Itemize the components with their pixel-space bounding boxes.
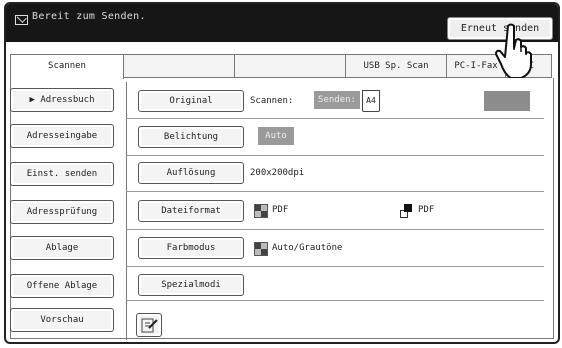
address-book-button[interactable]: ▶ Adressbuch bbox=[10, 88, 114, 112]
divider bbox=[126, 118, 544, 119]
color-mode-icon bbox=[254, 242, 268, 256]
tab-empty-2[interactable] bbox=[234, 55, 346, 78]
quick-filing-button[interactable]: Offene Ablage bbox=[10, 274, 114, 298]
divider bbox=[126, 300, 544, 301]
resolution-button[interactable]: Auflösung bbox=[138, 162, 244, 184]
edit-icon[interactable] bbox=[136, 313, 162, 337]
mono-format-icon bbox=[400, 204, 412, 218]
mail-icon bbox=[15, 15, 28, 25]
address-book-label: Adressbuch bbox=[40, 95, 95, 105]
file-format-value-2: PDF bbox=[418, 205, 435, 215]
original-button[interactable]: Original bbox=[138, 90, 244, 112]
filing-button[interactable]: Ablage bbox=[10, 236, 114, 260]
scan-label: Scannen: bbox=[250, 96, 294, 106]
exposure-value: Auto bbox=[258, 127, 294, 145]
tab-empty-1[interactable] bbox=[123, 55, 235, 78]
tab-usb-scan[interactable]: USB Sp. Scan bbox=[345, 55, 447, 78]
divider bbox=[126, 229, 544, 230]
exposure-button[interactable]: Belichtung bbox=[138, 126, 244, 148]
mode-tabs: Scannen USB Sp. Scan PC-I-Fax PC bbox=[10, 54, 552, 79]
divider bbox=[126, 266, 544, 267]
send-settings-button[interactable]: Einst. senden bbox=[10, 162, 114, 186]
file-format-value-1: PDF bbox=[272, 205, 289, 215]
address-check-button[interactable]: Adressprüfung bbox=[10, 200, 114, 224]
divider bbox=[126, 155, 544, 156]
color-mode-value: Auto/Grautöne bbox=[272, 243, 343, 253]
color-format-icon bbox=[254, 204, 268, 218]
paper-size-icon: A4 bbox=[362, 90, 380, 112]
resolution-value: 200x200dpi bbox=[250, 168, 305, 178]
status-text: Bereit zum Senden. bbox=[32, 11, 146, 22]
tab-scan[interactable]: Scannen bbox=[10, 54, 124, 79]
arrow-right-icon: ▶ bbox=[29, 95, 35, 105]
send-label: Senden: bbox=[314, 91, 360, 109]
preview-thumbnail bbox=[484, 91, 530, 111]
preview-button[interactable]: Vorschau bbox=[10, 308, 114, 332]
divider bbox=[126, 191, 544, 192]
pointing-hand-icon bbox=[495, 23, 532, 78]
file-format-button[interactable]: Dateiformat bbox=[138, 200, 244, 222]
status-bar: Bereit zum Senden. Erneut senden bbox=[6, 4, 558, 42]
color-mode-button[interactable]: Farbmodus bbox=[138, 237, 244, 259]
address-entry-button[interactable]: Adresseingabe bbox=[10, 124, 114, 148]
special-modes-button[interactable]: Spezialmodi bbox=[138, 274, 244, 296]
